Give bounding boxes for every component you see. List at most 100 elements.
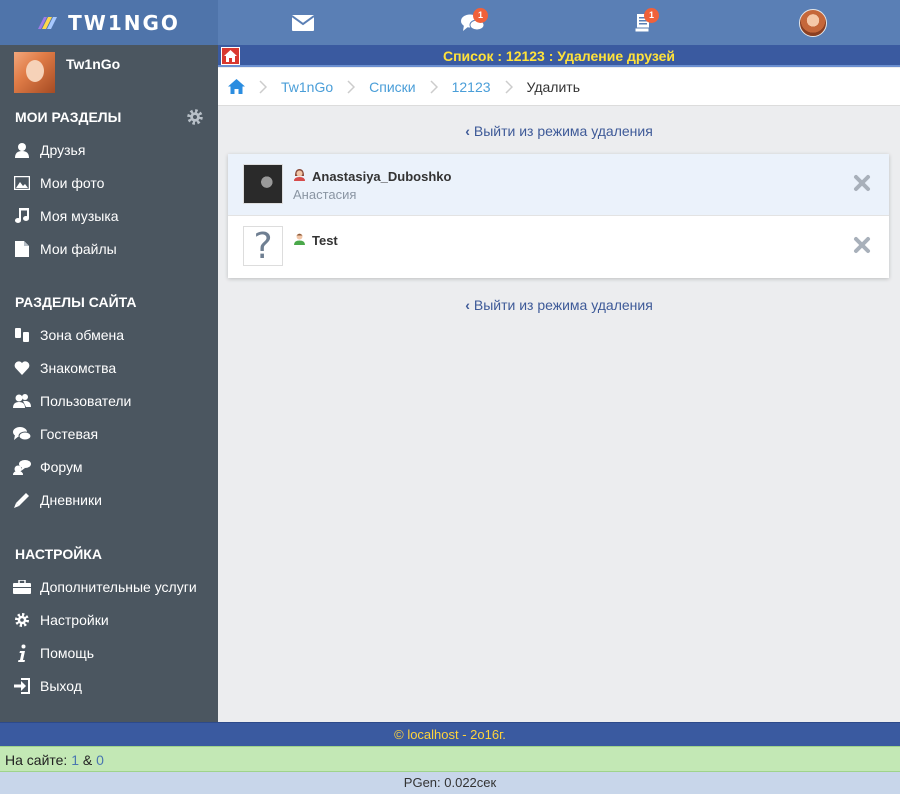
home-button[interactable] xyxy=(221,47,240,65)
female-user-icon xyxy=(293,168,306,184)
sidebar-item-guestbook[interactable]: Гостевая xyxy=(12,422,98,446)
logo-icon xyxy=(38,16,58,29)
sidebar: Tw1nGo МОИ РАЗДЕЛЫ Друзья Мои фото Моя м… xyxy=(0,45,218,722)
sidebar-item-diaries[interactable]: Дневники xyxy=(12,488,102,512)
profile-name[interactable]: Tw1nGo xyxy=(66,56,120,93)
sidebar-item-label: Моя музыка xyxy=(40,208,119,224)
exit-delete-mode-link-bottom[interactable]: ‹ Выйти из режима удаления xyxy=(218,297,900,313)
sidebar-item-label: Дневники xyxy=(40,492,102,508)
main-content: Список : 12123 : Удаление друзей Tw1nGo … xyxy=(218,45,900,722)
sidebar-item-help[interactable]: Помощь xyxy=(12,641,94,665)
music-icon xyxy=(12,206,32,226)
close-icon xyxy=(854,175,870,191)
list-item[interactable]: ? Test xyxy=(228,216,889,278)
home-icon xyxy=(224,50,237,62)
sidebar-item-users[interactable]: Пользователи xyxy=(12,389,131,413)
chevron-left-icon: ‹ xyxy=(465,123,470,139)
gear-icon xyxy=(12,610,32,630)
sidebar-item-dating[interactable]: Знакомства xyxy=(12,356,116,380)
exit-link-label: Выйти из режима удаления xyxy=(473,123,653,139)
footer-online: На сайте: 1 & 0 xyxy=(0,746,900,772)
notifications-badge: 1 xyxy=(644,8,659,23)
sidebar-item-friends[interactable]: Друзья xyxy=(12,138,85,162)
user-menu-button[interactable] xyxy=(795,6,831,40)
sidebar-item-music[interactable]: Моя музыка xyxy=(12,204,119,228)
envelope-icon xyxy=(292,15,314,31)
sidebar-item-label: Друзья xyxy=(40,142,86,158)
notifications-button[interactable]: 1 xyxy=(626,6,662,40)
question-mark-icon: ? xyxy=(253,225,273,267)
section-title-site: РАЗДЕЛЫ САЙТА xyxy=(15,294,137,310)
home-icon xyxy=(228,79,245,94)
user-name-line: Anastasiya_Duboshko xyxy=(293,168,451,184)
logout-icon xyxy=(12,676,32,696)
user-name-line: Test xyxy=(293,232,338,248)
chat-button[interactable]: 1 xyxy=(455,6,491,40)
user-avatar[interactable] xyxy=(243,164,283,204)
sidebar-item-label: Настройки xyxy=(40,612,109,628)
chevron-right-icon xyxy=(259,79,267,94)
section-title-my: МОИ РАЗДЕЛЫ xyxy=(15,109,122,125)
sidebar-item-label: Зона обмена xyxy=(40,327,125,343)
breadcrumb-link[interactable]: Tw1nGo xyxy=(281,79,333,95)
user-real-name: Анастасия xyxy=(293,187,357,202)
sidebar-item-forum[interactable]: Форум xyxy=(12,455,83,479)
section-title-settings: НАСТРОЙКА xyxy=(15,546,102,562)
list-item[interactable]: Anastasiya_Duboshko Анастасия xyxy=(228,154,889,216)
friends-list: Anastasiya_Duboshko Анастасия ? Test xyxy=(228,154,889,278)
chevron-right-icon xyxy=(505,79,513,94)
breadcrumb-link[interactable]: 12123 xyxy=(452,79,491,95)
page-title-bar: Список : 12123 : Удаление друзей xyxy=(218,45,900,67)
chevron-right-icon xyxy=(430,79,438,94)
sidebar-settings-button[interactable] xyxy=(186,108,204,129)
breadcrumb-current: Удалить xyxy=(526,78,580,95)
online-guests-count[interactable]: 0 xyxy=(96,752,104,768)
sidebar-item-label: Знакомства xyxy=(40,360,117,376)
close-icon xyxy=(854,237,870,253)
exit-delete-mode-link-top[interactable]: ‹ Выйти из режима удаления xyxy=(218,123,900,139)
heart-icon xyxy=(12,358,32,378)
forum-icon xyxy=(12,457,32,477)
users-icon xyxy=(12,391,32,411)
sidebar-item-photos[interactable]: Мои фото xyxy=(12,171,104,195)
logo[interactable]: TW1NGO xyxy=(0,0,218,45)
pencil-icon xyxy=(12,490,32,510)
page-title: Список : 12123 : Удаление друзей xyxy=(442,48,676,64)
sidebar-item-files[interactable]: Мои файлы xyxy=(12,237,117,261)
online-separator: & xyxy=(82,752,93,768)
breadcrumb-link[interactable]: Списки xyxy=(369,79,415,95)
mail-button[interactable] xyxy=(285,6,321,40)
male-user-icon xyxy=(293,232,306,248)
comments-icon xyxy=(12,424,32,444)
exit-link-label: Выйти из режима удаления xyxy=(473,297,653,313)
breadcrumb: Tw1nGo Списки 12123 Удалить xyxy=(218,68,900,106)
breadcrumb-home[interactable] xyxy=(228,79,245,94)
sidebar-item-exchange[interactable]: Зона обмена xyxy=(12,323,124,347)
chat-badge: 1 xyxy=(473,8,488,23)
profile-block[interactable]: Tw1nGo xyxy=(14,52,120,93)
top-bar: TW1NGO 1 1 xyxy=(0,0,900,45)
online-label: На сайте: xyxy=(5,752,68,768)
sidebar-item-label: Помощь xyxy=(40,645,95,661)
info-icon xyxy=(12,643,32,663)
sidebar-item-label: Мои фото xyxy=(40,175,105,191)
profile-avatar[interactable] xyxy=(14,52,55,93)
delete-button[interactable] xyxy=(853,174,871,195)
sidebar-item-settings[interactable]: Настройки xyxy=(12,608,109,632)
delete-button[interactable] xyxy=(853,236,871,257)
user-avatar-placeholder[interactable]: ? xyxy=(243,225,283,267)
sidebar-item-logout[interactable]: Выход xyxy=(12,674,82,698)
briefcase-icon xyxy=(12,577,32,597)
sidebar-item-label: Пользователи xyxy=(40,393,132,409)
footer-copyright: © localhost - 2o16г. xyxy=(0,722,900,746)
chevron-left-icon: ‹ xyxy=(465,297,470,313)
user-name[interactable]: Anastasiya_Duboshko xyxy=(312,169,451,184)
sidebar-item-label: Форум xyxy=(40,459,83,475)
chevron-right-icon xyxy=(347,79,356,94)
picture-icon xyxy=(12,173,32,193)
sidebar-item-label: Дополнительные услуги xyxy=(40,579,197,595)
sidebar-item-services[interactable]: Дополнительные услуги xyxy=(12,575,197,599)
exchange-icon xyxy=(12,325,32,345)
user-name[interactable]: Test xyxy=(312,233,338,248)
online-users-count[interactable]: 1 xyxy=(71,752,79,768)
